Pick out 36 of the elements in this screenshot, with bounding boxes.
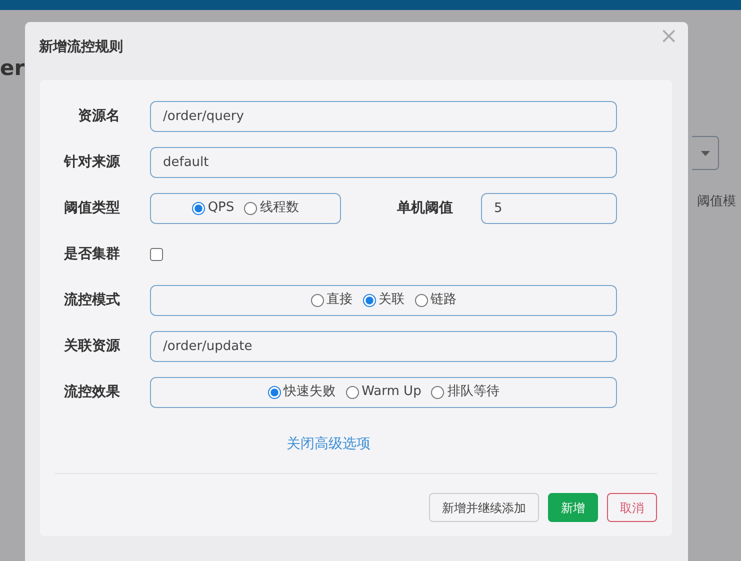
field-label: 是否集群 — [63, 244, 120, 264]
text-field[interactable]: default — [150, 146, 617, 178]
field-label: 流控效果 — [63, 382, 120, 402]
dialog-button[interactable]: 取消 — [607, 493, 657, 522]
text-field[interactable]: /order/query — [150, 100, 617, 132]
radio-label[interactable]: 快速失败 — [284, 382, 336, 402]
dropdown-toggle[interactable] — [692, 136, 719, 170]
field-label: 流控模式 — [63, 290, 120, 310]
radio-label[interactable]: Warm Up — [362, 382, 422, 402]
radio-label[interactable]: 线程数 — [260, 198, 300, 218]
radio-button[interactable] — [414, 294, 428, 306]
radio-button[interactable] — [431, 386, 444, 398]
field-label: 资源名 — [77, 106, 120, 126]
text-field[interactable]: 5 — [481, 192, 617, 224]
field-label: 针对来源 — [62, 152, 120, 172]
radio-label[interactable]: QPS — [208, 198, 234, 218]
radio-label[interactable]: 关联 — [378, 290, 404, 310]
radio-label[interactable]: 链路 — [430, 290, 456, 310]
text-field[interactable]: /order/update — [150, 330, 617, 362]
radio-label[interactable]: 排队等待 — [447, 382, 500, 402]
dialog-button[interactable]: 新增并继续添加 — [429, 493, 539, 522]
radio-button[interactable] — [346, 386, 359, 398]
field-label: 阈值类型 — [63, 198, 120, 218]
radio-button[interactable] — [244, 202, 258, 214]
radio-button[interactable] — [362, 294, 376, 306]
radio-button[interactable] — [310, 294, 324, 306]
radio-button[interactable] — [268, 386, 281, 398]
radio-button[interactable] — [192, 202, 205, 214]
field-label: 单机阈值 — [396, 198, 453, 218]
caret-icon — [700, 150, 710, 156]
radio-label[interactable]: 直接 — [326, 290, 352, 310]
checkbox[interactable] — [150, 248, 163, 260]
field-label: 关联资源 — [62, 336, 120, 356]
column-header: 阈值模 — [696, 193, 737, 211]
page-title: er — [0, 58, 25, 79]
dialog-title: 新增流控规则 — [38, 38, 124, 57]
